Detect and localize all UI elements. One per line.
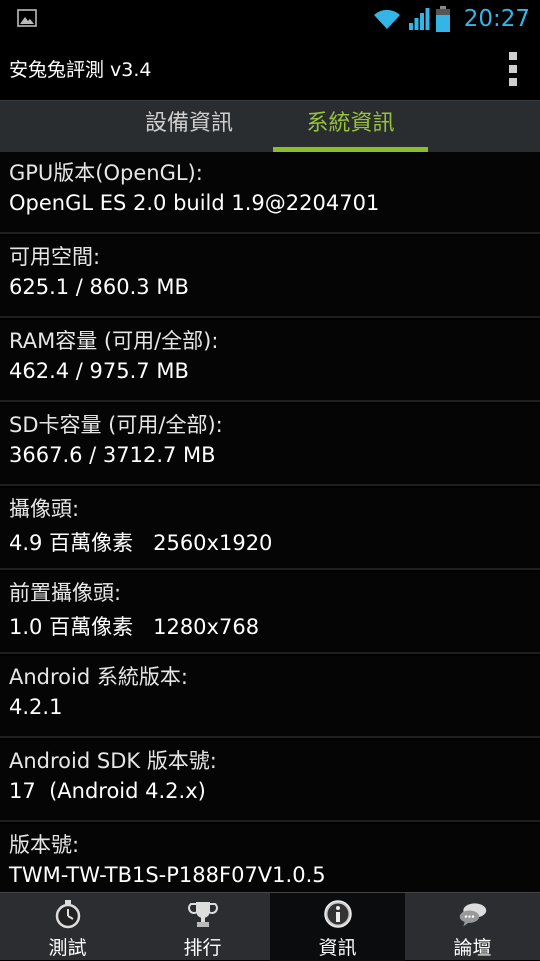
- status-icons: 20:27: [372, 0, 530, 38]
- nav-label: 測試: [48, 937, 87, 959]
- wifi-icon: [373, 9, 400, 29]
- info-row-gpu: GPU版本(OpenGL): OpenGL ES 2.0 build 1.9@2…: [0, 152, 540, 234]
- info-value: 4.9 百萬像素 2560x1920: [9, 531, 273, 555]
- info-label: 可用空間:: [9, 245, 101, 269]
- nav-label: 排行: [183, 937, 222, 959]
- info-value: OpenGL ES 2.0 build 1.9@2204701: [9, 191, 380, 215]
- info-row-front-camera: 前置攝像頭: 1.0 百萬像素 1280x768: [0, 572, 540, 654]
- info-icon: [323, 900, 352, 928]
- image-notification-icon: [17, 9, 37, 27]
- info-value: 1.0 百萬像素 1280x768: [9, 615, 260, 639]
- info-label: Android SDK 版本號:: [9, 749, 217, 773]
- info-label: 版本號:: [9, 833, 80, 857]
- stopwatch-icon: [55, 900, 80, 929]
- info-value: 4.2.1: [9, 695, 63, 719]
- nav-info[interactable]: 資訊: [270, 893, 405, 961]
- trophy-icon: [187, 902, 218, 927]
- tab-bar: 設備資訊 系統資訊: [0, 100, 540, 152]
- info-label: RAM容量 (可用/全部):: [9, 329, 219, 353]
- info-row-android-version: Android 系統版本: 4.2.1: [0, 656, 540, 738]
- nav-label: 論壇: [453, 937, 492, 959]
- info-value: TWM-TW-TB1S-P188F07V1.0.5: [9, 863, 326, 887]
- chat-bubbles-icon: [459, 903, 486, 927]
- info-row-sdk-version: Android SDK 版本號: 17 (Android 4.2.x): [0, 740, 540, 822]
- bottom-nav: 測試 排行 資訊 論壇: [0, 892, 540, 961]
- status-bar: 20:27: [0, 0, 540, 38]
- info-label: 攝像頭:: [9, 497, 80, 521]
- overflow-menu-icon[interactable]: [506, 52, 520, 86]
- info-label: GPU版本(OpenGL):: [9, 161, 203, 185]
- system-info-list: GPU版本(OpenGL): OpenGL ES 2.0 build 1.9@2…: [0, 152, 540, 908]
- signal-icon: [408, 8, 430, 30]
- nav-ranking[interactable]: 排行: [135, 893, 270, 961]
- nav-label: 資訊: [318, 937, 357, 959]
- info-value: 3667.6 / 3712.7 MB: [9, 443, 216, 467]
- info-row-ram: RAM容量 (可用/全部): 462.4 / 975.7 MB: [0, 320, 540, 402]
- nav-test[interactable]: 測試: [0, 893, 135, 961]
- tab-device-info[interactable]: 設備資訊: [103, 101, 275, 152]
- info-value: 17 (Android 4.2.x): [9, 779, 206, 803]
- action-bar: 安兔兔評測 v3.4: [0, 38, 540, 100]
- status-time: 20:27: [463, 6, 530, 32]
- info-row-storage: 可用空間: 625.1 / 860.3 MB: [0, 236, 540, 318]
- app-title: 安兔兔評測 v3.4: [9, 59, 152, 81]
- nav-forum[interactable]: 論壇: [405, 893, 540, 961]
- info-row-camera: 攝像頭: 4.9 百萬像素 2560x1920: [0, 488, 540, 570]
- info-label: Android 系統版本:: [9, 665, 188, 689]
- info-label: SD卡容量 (可用/全部):: [9, 413, 223, 437]
- info-label: 前置攝像頭:: [9, 581, 122, 605]
- info-value: 625.1 / 860.3 MB: [9, 275, 189, 299]
- battery-icon: [435, 6, 450, 32]
- info-value: 462.4 / 975.7 MB: [9, 359, 189, 383]
- tab-system-info[interactable]: 系統資訊: [273, 101, 428, 152]
- info-row-sdcard: SD卡容量 (可用/全部): 3667.6 / 3712.7 MB: [0, 404, 540, 486]
